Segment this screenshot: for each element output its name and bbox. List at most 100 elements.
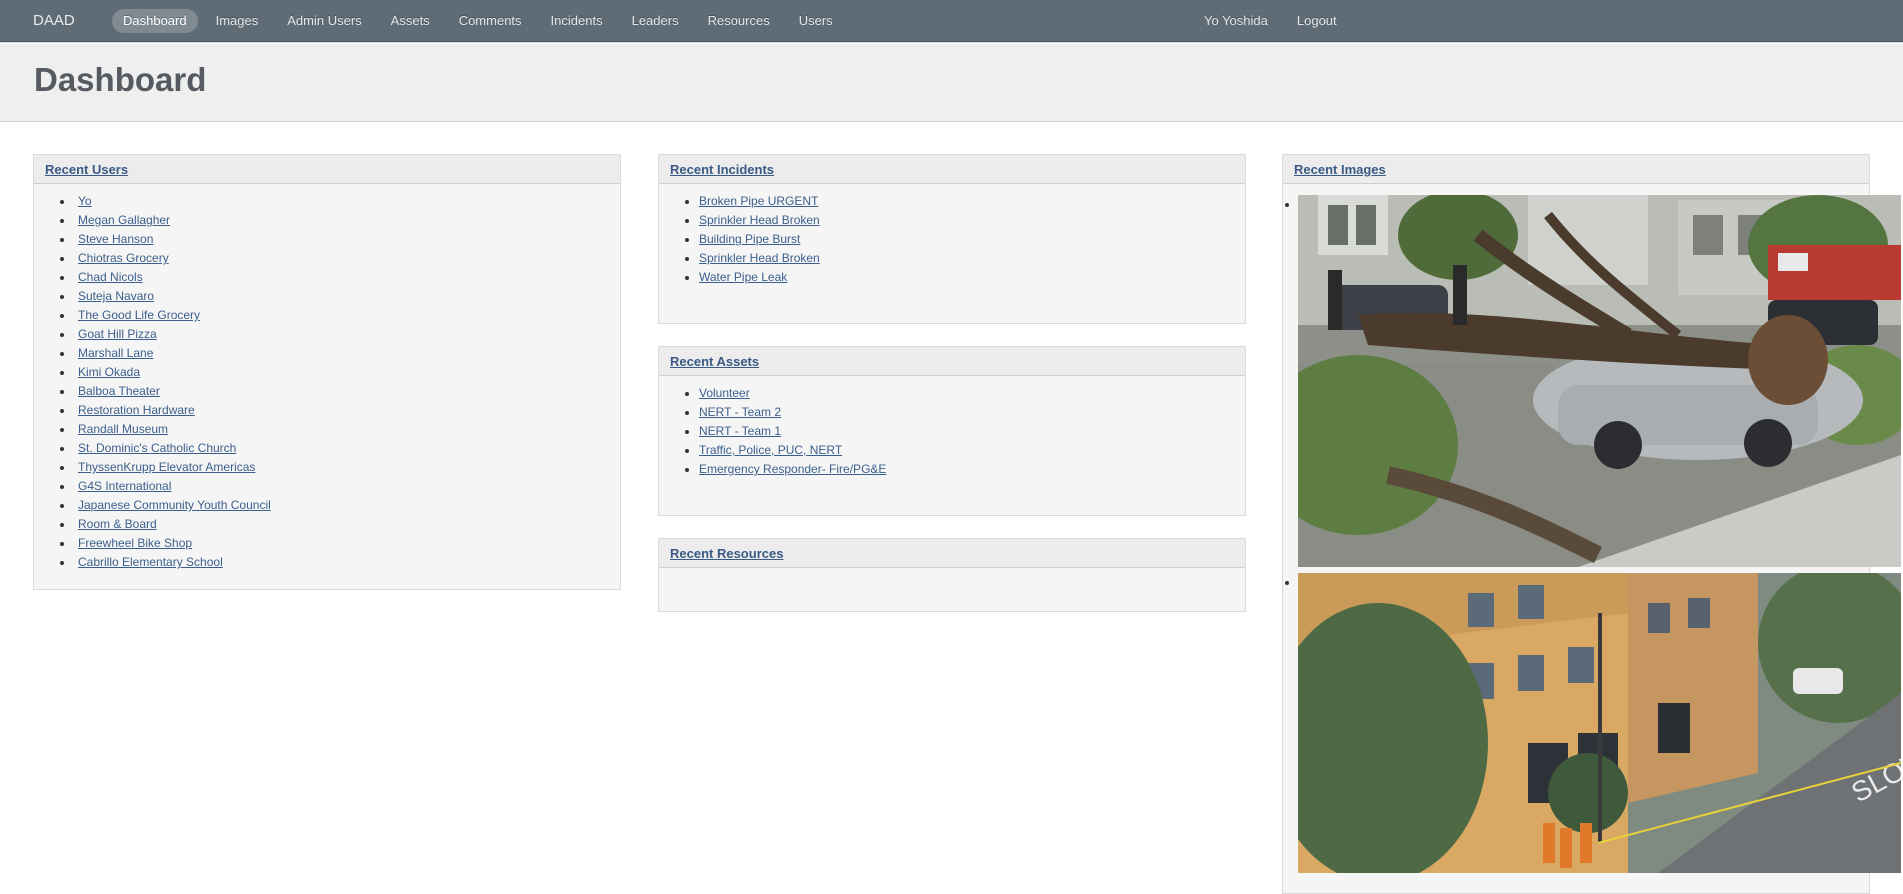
asset-link[interactable]: Traffic, Police, PUC, NERT <box>699 443 842 457</box>
user-link[interactable]: Suteja Navaro <box>78 289 154 303</box>
asset-link[interactable]: NERT - Team 1 <box>699 424 781 438</box>
recent-users-title-link[interactable]: Recent Users <box>45 162 128 177</box>
incident-link[interactable]: Sprinkler Head Broken <box>699 251 820 265</box>
panel-header: Recent Assets <box>659 347 1245 376</box>
list-item: Emergency Responder- Fire/PG&E <box>699 460 1245 479</box>
list-item: Sprinkler Head Broken <box>699 249 1245 268</box>
user-link[interactable]: Room & Board <box>78 517 157 531</box>
list-item: Traffic, Police, PUC, NERT <box>699 441 1245 460</box>
user-link[interactable]: Marshall Lane <box>78 346 153 360</box>
recent-images-title-link[interactable]: Recent Images <box>1294 162 1386 177</box>
list-item: NERT - Team 2 <box>699 403 1245 422</box>
user-link[interactable]: Yo <box>78 194 92 208</box>
recent-assets-list: Volunteer NERT - Team 2 NERT - Team 1 Tr… <box>659 376 1245 479</box>
current-user-link[interactable]: Yo Yoshida <box>1193 9 1279 33</box>
list-item: Megan Gallagher <box>74 211 620 230</box>
list-item: Building Pipe Burst <box>699 230 1245 249</box>
asset-link[interactable]: Volunteer <box>699 386 750 400</box>
list-item: Restoration Hardware <box>74 401 620 420</box>
list-item: Cabrillo Elementary School <box>74 553 620 572</box>
nav-leaders[interactable]: Leaders <box>621 9 690 33</box>
list-item: Sprinkler Head Broken <box>699 211 1245 230</box>
asset-link[interactable]: NERT - Team 2 <box>699 405 781 419</box>
recent-assets-panel: Recent Assets Volunteer NERT - Team 2 NE… <box>658 346 1246 516</box>
nav-assets[interactable]: Assets <box>380 9 441 33</box>
user-link[interactable]: Randall Museum <box>78 422 168 436</box>
user-link[interactable]: Steve Hanson <box>78 232 153 246</box>
user-link[interactable]: G4S International <box>78 479 171 493</box>
list-item: The Good Life Grocery <box>74 306 620 325</box>
list-item: Room & Board <box>74 515 620 534</box>
incident-link[interactable]: Broken Pipe URGENT <box>699 194 818 208</box>
recent-resources-title-link[interactable]: Recent Resources <box>670 546 783 561</box>
list-item: NERT - Team 1 <box>699 422 1245 441</box>
user-link[interactable]: Restoration Hardware <box>78 403 195 417</box>
user-link[interactable]: St. Dominic's Catholic Church <box>78 441 236 455</box>
recent-users-list: Yo Megan Gallagher Steve Hanson Chiotras… <box>34 184 620 572</box>
list-item: Goat Hill Pizza <box>74 325 620 344</box>
nav-images[interactable]: Images <box>205 9 270 33</box>
recent-images-panel: Recent Images • • SLOW <box>1282 154 1901 894</box>
list-item: ThyssenKrupp Elevator Americas <box>74 458 620 477</box>
user-link[interactable]: Chad Nicols <box>78 270 143 284</box>
list-item: Suteja Navaro <box>74 287 620 306</box>
list-item: Broken Pipe URGENT <box>699 192 1245 211</box>
panel-header: Recent Resources <box>659 539 1245 568</box>
incident-link[interactable]: Building Pipe Burst <box>699 232 800 246</box>
user-link[interactable]: Balboa Theater <box>78 384 160 398</box>
nav-users[interactable]: Users <box>788 9 844 33</box>
user-link[interactable]: Kimi Okada <box>78 365 140 379</box>
list-item: Volunteer <box>699 384 1245 403</box>
recent-incidents-list: Broken Pipe URGENT Sprinkler Head Broken… <box>659 184 1245 287</box>
recent-images-list: SLOW <box>1283 184 1901 873</box>
list-item: Marshall Lane <box>74 344 620 363</box>
incident-link[interactable]: Sprinkler Head Broken <box>699 213 820 227</box>
user-link[interactable]: Freewheel Bike Shop <box>78 536 192 550</box>
street-flooding-photo[interactable]: SLOW <box>1298 573 1901 873</box>
nav-resources[interactable]: Resources <box>697 9 781 33</box>
user-link[interactable]: Megan Gallagher <box>78 213 170 227</box>
recent-resources-panel: Recent Resources <box>658 538 1246 612</box>
list-item: Chiotras Grocery <box>74 249 620 268</box>
main-nav: Dashboard Images Admin Users Assets Comm… <box>112 9 851 33</box>
user-link[interactable]: Japanese Community Youth Council <box>78 498 271 512</box>
recent-users-panel: Recent Users Yo Megan Gallagher Steve Ha… <box>33 154 621 590</box>
list-item: Steve Hanson <box>74 230 620 249</box>
user-link[interactable]: Chiotras Grocery <box>78 251 169 265</box>
list-item: Yo <box>74 192 620 211</box>
list-item: Kimi Okada <box>74 363 620 382</box>
list-item: St. Dominic's Catholic Church <box>74 439 620 458</box>
nav-admin-users[interactable]: Admin Users <box>276 9 372 33</box>
list-item: SLOW <box>1298 573 1901 873</box>
user-link[interactable]: Goat Hill Pizza <box>78 327 157 341</box>
user-nav: Yo Yoshida Logout <box>1193 9 1355 33</box>
nav-incidents[interactable]: Incidents <box>540 9 614 33</box>
user-link[interactable]: ThyssenKrupp Elevator Americas <box>78 460 255 474</box>
brand-link[interactable]: DAAD <box>33 12 75 29</box>
top-navbar: DAAD Dashboard Images Admin Users Assets… <box>0 0 1903 42</box>
list-item: Japanese Community Youth Council <box>74 496 620 515</box>
fallen-tree-image <box>1298 195 1901 567</box>
recent-incidents-panel: Recent Incidents Broken Pipe URGENT Spri… <box>658 154 1246 324</box>
user-link[interactable]: Cabrillo Elementary School <box>78 555 223 569</box>
asset-link[interactable]: Emergency Responder- Fire/PG&E <box>699 462 886 476</box>
page-header: Dashboard <box>0 42 1903 122</box>
list-item: Chad Nicols <box>74 268 620 287</box>
recent-assets-title-link[interactable]: Recent Assets <box>670 354 759 369</box>
nav-dashboard[interactable]: Dashboard <box>112 9 198 33</box>
recent-incidents-title-link[interactable]: Recent Incidents <box>670 162 774 177</box>
fallen-tree-photo[interactable] <box>1298 195 1901 567</box>
list-item: Randall Museum <box>74 420 620 439</box>
list-item: Water Pipe Leak <box>699 268 1245 287</box>
list-item: Freewheel Bike Shop <box>74 534 620 553</box>
list-item: Balboa Theater <box>74 382 620 401</box>
list-item: G4S International <box>74 477 620 496</box>
incident-link[interactable]: Water Pipe Leak <box>699 270 787 284</box>
list-item <box>1298 195 1901 567</box>
street-scene-image: SLOW <box>1298 573 1901 873</box>
panel-header: Recent Incidents <box>659 155 1245 184</box>
panel-header: Recent Images <box>1283 155 1869 184</box>
user-link[interactable]: The Good Life Grocery <box>78 308 200 322</box>
logout-link[interactable]: Logout <box>1286 9 1348 33</box>
nav-comments[interactable]: Comments <box>448 9 533 33</box>
